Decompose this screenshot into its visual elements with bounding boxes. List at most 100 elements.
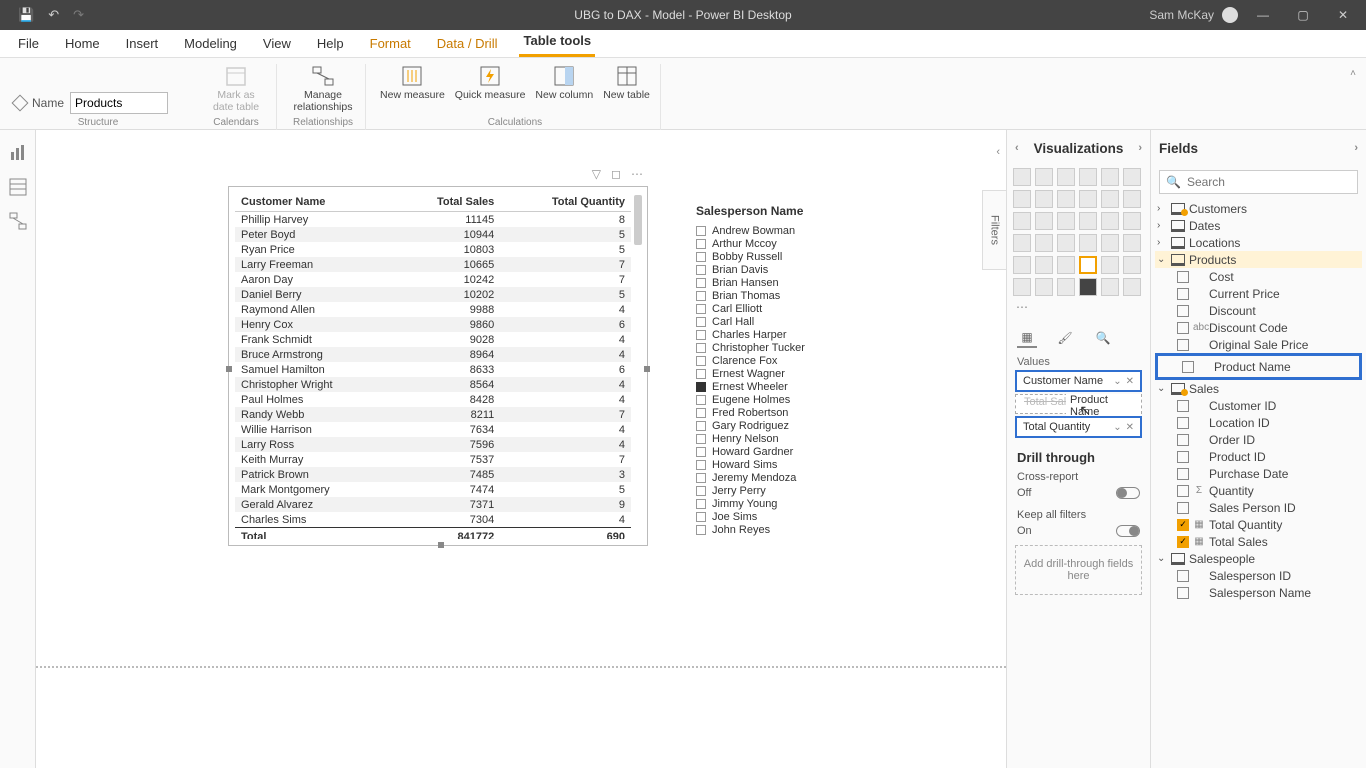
viz-type-icon[interactable] <box>1079 168 1097 186</box>
slicer-item[interactable]: Henry Nelson <box>696 432 886 445</box>
table-scrollbar[interactable] <box>634 195 644 537</box>
viz-type-icon[interactable] <box>1035 212 1053 230</box>
viz-expand-icon[interactable]: › <box>1138 142 1142 154</box>
viz-type-icon[interactable] <box>1013 256 1031 274</box>
report-view-button[interactable] <box>7 142 29 164</box>
table-row[interactable]: Henry Cox98606 <box>235 317 631 332</box>
viz-type-icon[interactable] <box>1101 234 1119 252</box>
field-node[interactable]: Customer ID <box>1155 397 1362 414</box>
viz-type-icon[interactable] <box>1079 190 1097 208</box>
ribbon-collapse-icon[interactable]: ˄ <box>1350 68 1356 79</box>
field-node[interactable]: abcDiscount Code <box>1155 319 1362 336</box>
filters-pane-tab[interactable]: Filters <box>982 190 1006 270</box>
remove-icon[interactable]: ✕ <box>1126 422 1134 433</box>
viz-type-icon[interactable] <box>1079 212 1097 230</box>
report-canvas[interactable]: ‹ Filters ▽ ◻ ⋯ Customer Name Total Sale… <box>36 130 1006 768</box>
viz-type-icon[interactable] <box>1123 278 1141 296</box>
minimize-button[interactable]: — <box>1248 0 1278 30</box>
field-checkbox[interactable] <box>1177 339 1189 351</box>
viz-type-icon[interactable] <box>1057 256 1075 274</box>
table-row[interactable]: Patrick Brown74853 <box>235 467 631 482</box>
table-node[interactable]: ⌄Salespeople <box>1155 550 1362 567</box>
slicer-item[interactable]: Carl Hall <box>696 315 886 328</box>
field-checkbox[interactable] <box>1177 271 1189 283</box>
table-row[interactable]: Randy Webb82117 <box>235 407 631 422</box>
viz-type-icon[interactable] <box>1013 190 1031 208</box>
slicer-item[interactable]: Andrew Bowman <box>696 224 886 237</box>
chevron-down-icon[interactable]: ⌄ <box>1113 376 1121 387</box>
slicer-item[interactable]: Fred Robertson <box>696 406 886 419</box>
fields-search[interactable]: 🔍 <box>1159 170 1358 194</box>
slicer-item[interactable]: Clarence Fox <box>696 354 886 367</box>
slicer-item[interactable]: Bobby Russell <box>696 250 886 263</box>
new-table-button[interactable]: New table <box>603 64 650 102</box>
maximize-button[interactable]: ▢ <box>1288 0 1318 30</box>
field-node[interactable]: Original Sale Price <box>1155 336 1362 353</box>
new-column-button[interactable]: New column <box>535 64 593 102</box>
slicer-item[interactable]: Ernest Wheeler <box>696 380 886 393</box>
new-measure-button[interactable]: New measure <box>380 64 445 102</box>
name-input[interactable] <box>70 92 168 114</box>
well-quantity[interactable]: Total Quantity⌄✕ <box>1015 416 1142 438</box>
undo-icon[interactable]: ↶ <box>48 7 59 23</box>
table-row[interactable]: Ryan Price108035 <box>235 242 631 257</box>
col-qty[interactable]: Total Quantity <box>500 193 631 212</box>
menu-table-tools[interactable]: Table tools <box>519 27 595 57</box>
keep-filters-toggle[interactable] <box>1116 525 1140 537</box>
table-visual[interactable]: ▽ ◻ ⋯ Customer Name Total Sales Total Qu… <box>228 186 648 546</box>
viz-type-icon[interactable] <box>1035 168 1053 186</box>
slicer-item[interactable]: Carl Elliott <box>696 302 886 315</box>
viz-type-icon[interactable] <box>1079 256 1097 274</box>
table-row[interactable]: Christopher Wright85644 <box>235 377 631 392</box>
menu-modeling[interactable]: Modeling <box>180 30 241 57</box>
table-row[interactable]: Paul Holmes84284 <box>235 392 631 407</box>
field-node[interactable]: Salesperson Name <box>1155 584 1362 601</box>
filter-icon[interactable]: ▽ <box>592 167 601 181</box>
viz-type-icon[interactable] <box>1101 190 1119 208</box>
table-node[interactable]: ›Dates <box>1155 217 1362 234</box>
viz-type-icon[interactable] <box>1101 256 1119 274</box>
data-view-button[interactable] <box>7 176 29 198</box>
field-node[interactable]: ΣQuantity <box>1155 482 1362 499</box>
viz-type-icon[interactable] <box>1057 278 1075 296</box>
viz-type-icon[interactable] <box>1057 234 1075 252</box>
table-node[interactable]: ›Locations <box>1155 234 1362 251</box>
field-checkbox[interactable] <box>1177 468 1189 480</box>
close-button[interactable]: ✕ <box>1328 0 1358 30</box>
table-row[interactable]: Peter Boyd109445 <box>235 227 631 242</box>
viz-type-icon[interactable] <box>1057 168 1075 186</box>
field-node[interactable]: Purchase Date <box>1155 465 1362 482</box>
slicer-item[interactable]: Eugene Holmes <box>696 393 886 406</box>
field-checkbox[interactable] <box>1177 536 1189 548</box>
field-checkbox[interactable] <box>1177 400 1189 412</box>
table-row[interactable]: Keith Murray75377 <box>235 452 631 467</box>
table-row[interactable]: Charles Sims73044 <box>235 512 631 528</box>
table-row[interactable]: Phillip Harvey111458 <box>235 212 631 228</box>
table-row[interactable]: Aaron Day102427 <box>235 272 631 287</box>
cross-report-toggle[interactable] <box>1116 487 1140 499</box>
viz-type-icon[interactable] <box>1079 234 1097 252</box>
well-customer[interactable]: Customer Name⌄✕ <box>1015 370 1142 392</box>
menu-home[interactable]: Home <box>61 30 104 57</box>
slicer-item[interactable]: Gary Rodriguez <box>696 419 886 432</box>
quick-measure-button[interactable]: Quick measure <box>455 64 526 102</box>
field-checkbox[interactable] <box>1177 434 1189 446</box>
col-sales[interactable]: Total Sales <box>394 193 500 212</box>
field-node[interactable]: Sales Person ID <box>1155 499 1362 516</box>
well-drag-target[interactable]: Total Sales Product Name ↖ <box>1015 394 1142 414</box>
table-row[interactable]: Larry Ross75964 <box>235 437 631 452</box>
viz-type-icon[interactable] <box>1123 190 1141 208</box>
slicer-item[interactable]: Jerry Perry <box>696 484 886 497</box>
table-row[interactable]: Larry Freeman106657 <box>235 257 631 272</box>
field-checkbox[interactable] <box>1177 502 1189 514</box>
viz-type-icon[interactable] <box>1013 234 1031 252</box>
field-checkbox[interactable] <box>1182 361 1194 373</box>
viz-type-icon[interactable] <box>1035 234 1053 252</box>
viz-type-icon[interactable] <box>1123 256 1141 274</box>
slicer-item[interactable]: Christopher Tucker <box>696 341 886 354</box>
slicer-item[interactable]: Brian Davis <box>696 263 886 276</box>
slicer-item[interactable]: Charles Harper <box>696 328 886 341</box>
viz-type-icon[interactable] <box>1101 278 1119 296</box>
fields-tab-icon[interactable]: ▦ <box>1017 328 1037 348</box>
viz-type-icon[interactable] <box>1101 168 1119 186</box>
